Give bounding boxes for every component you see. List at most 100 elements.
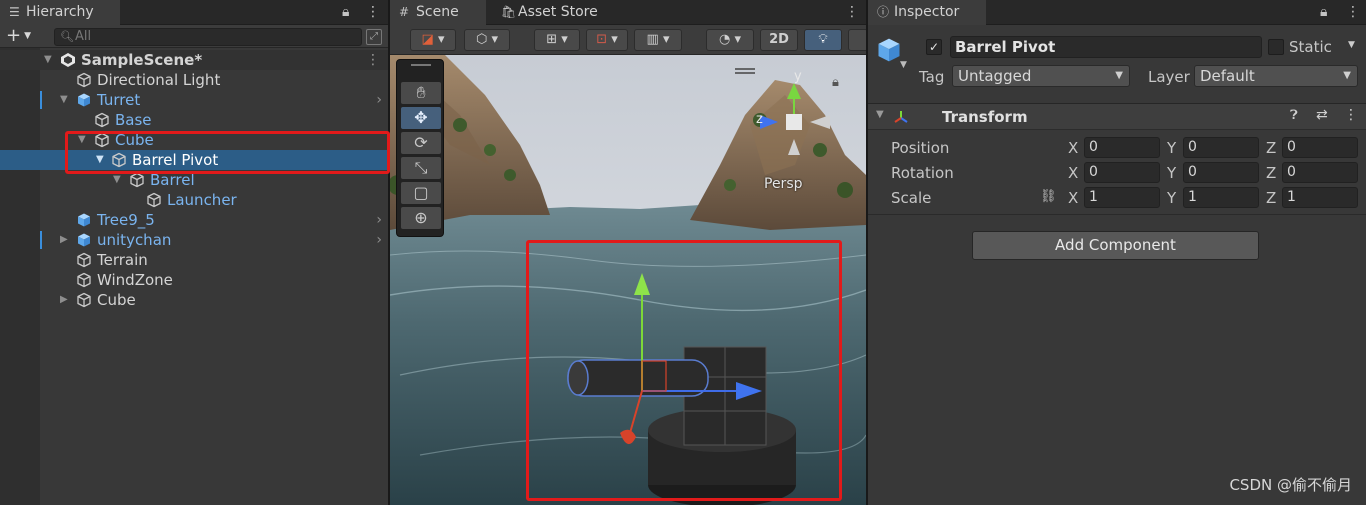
rotation-y-field[interactable]: 0 (1183, 162, 1259, 183)
expand-arrow-icon[interactable]: ▶ (60, 290, 68, 310)
more-menu-icon[interactable]: ⋮ (366, 0, 380, 25)
rect-tool-button[interactable]: ▢ (401, 182, 441, 204)
more-menu-icon[interactable]: ⋮ (845, 0, 859, 25)
expand-arrow-icon[interactable]: ▼ (44, 50, 52, 70)
expand-arrow-icon[interactable]: ▼ (78, 130, 86, 150)
hierarchy-item[interactable]: ▶ unitychan › (0, 230, 388, 250)
scale-x-field[interactable]: 1 (1084, 187, 1160, 208)
grid-visibility-dropdown[interactable]: ▥ ▾ (634, 29, 682, 51)
hierarchy-item[interactable]: Launcher (0, 190, 388, 210)
gameobject-icon (76, 72, 92, 88)
expand-arrow-icon[interactable]: ▶ (60, 230, 68, 250)
plus-icon: + (6, 25, 22, 46)
hierarchy-item-label: Tree9_5 (97, 211, 155, 229)
chevron-right-icon[interactable]: › (376, 210, 382, 230)
rotation-z-field[interactable]: 0 (1282, 162, 1358, 183)
position-y-field[interactable]: 0 (1183, 137, 1259, 158)
chevron-right-icon[interactable]: › (376, 230, 382, 250)
scene-name: SampleScene* (81, 51, 203, 69)
hierarchy-item[interactable]: ▼ Cube (0, 130, 388, 150)
chevron-down-icon: ▼ (1343, 70, 1351, 81)
create-button[interactable]: + ▼ (6, 25, 31, 47)
tag-dropdown[interactable]: Untagged ▼ (952, 65, 1130, 87)
gizmo-lock-icon[interactable]: 🔒︎ (832, 75, 839, 90)
position-z-field[interactable]: 0 (1282, 137, 1358, 158)
hierarchy-item-label: Barrel Pivot (132, 151, 219, 169)
snap-dropdown[interactable]: ⊞ ▾ (534, 29, 580, 51)
search-icon: 🔍︎ (60, 30, 74, 43)
hierarchy-item[interactable]: ▼ Turret › (0, 90, 388, 110)
layer-dropdown[interactable]: Default ▼ (1194, 65, 1358, 87)
hierarchy-item-label: Directional Light (97, 71, 221, 89)
expand-arrow-icon[interactable]: ▼ (96, 150, 104, 170)
icon-dropdown-arrow[interactable]: ▼ (900, 60, 907, 70)
increment-snap-dropdown[interactable]: ⊡ ▾ (586, 29, 628, 51)
scene-more-icon[interactable]: ⋮ (366, 50, 380, 70)
tab-scene-label: Scene (416, 4, 459, 20)
scale-y-field[interactable]: 1 (1183, 187, 1259, 208)
scale-tool-button[interactable]: ⤡ (401, 157, 441, 179)
component-menu-icon[interactable]: ⋮ (1344, 107, 1358, 123)
tab-hierarchy-label: Hierarchy (26, 4, 94, 20)
hierarchy-item[interactable]: ▼ Barrel (0, 170, 388, 190)
hierarchy-item[interactable]: Directional Light (0, 70, 388, 90)
static-dropdown-arrow[interactable]: ▼ (1348, 40, 1355, 50)
rotate-tool-button[interactable]: ⟳ (401, 132, 441, 154)
tab-hierarchy[interactable]: ☰ Hierarchy (0, 0, 120, 25)
gameobject-icon (111, 152, 127, 168)
layer-value: Default (1200, 67, 1255, 85)
hierarchy-item[interactable]: Base (0, 110, 388, 130)
help-icon[interactable]: ❓︎ (1290, 108, 1298, 123)
rotation-x-field[interactable]: 0 (1084, 162, 1160, 183)
expand-arrow-icon[interactable]: ▼ (113, 170, 121, 190)
position-z-label: Z (1266, 139, 1277, 157)
static-checkbox[interactable] (1268, 39, 1284, 55)
tab-scene[interactable]: # Scene (390, 0, 486, 25)
effects-dropdown[interactable]: ◔ ▾ (706, 29, 754, 51)
rotation-y-label: Y (1167, 164, 1177, 182)
hierarchy-search-input[interactable]: 🔍︎ All (54, 28, 362, 46)
scale-z-field[interactable]: 1 (1282, 187, 1358, 208)
prefab-icon (76, 232, 92, 248)
chevron-down-icon: ▼ (1115, 70, 1123, 81)
object-name-field[interactable]: Barrel Pivot (950, 36, 1262, 58)
more-menu-icon[interactable]: ⋮ (1346, 0, 1360, 25)
hierarchy-item[interactable]: Terrain (0, 250, 388, 270)
draw-mode-dropdown[interactable]: ◪ ▾ (410, 29, 456, 51)
toolstrip-handle[interactable] (411, 64, 431, 66)
hierarchy-item[interactable]: Tree9_5 › (0, 210, 388, 230)
move-tool-button[interactable]: ✥ (401, 107, 441, 129)
audio-toggle[interactable] (848, 29, 866, 51)
scene-row[interactable]: ▼ SampleScene* ⋮ (0, 50, 388, 70)
lighting-toggle[interactable]: 💡︎ (804, 29, 842, 51)
hand-tool-button[interactable]: ✋︎ (401, 82, 441, 104)
transform-tool-button[interactable]: ⊕ (401, 207, 441, 229)
lock-icon[interactable]: 🔒︎ (342, 0, 349, 25)
hierarchy-item[interactable]: ▶ Cube (0, 290, 388, 310)
grid-lines-icon: ▥ (646, 32, 659, 47)
constrain-proportions-link-icon[interactable]: ⛓︎ (1040, 189, 1057, 204)
gameobject-icon (76, 292, 92, 308)
hierarchy-item-label: Terrain (97, 251, 148, 269)
add-component-button[interactable]: Add Component (972, 231, 1259, 260)
expand-arrow-icon[interactable]: ▼ (876, 109, 884, 120)
tab-asset-store-label: Asset Store (518, 4, 598, 20)
projection-label[interactable]: Persp (764, 176, 803, 192)
transform-component-header[interactable]: ▼ Transform ❓︎ ⇄ ⋮ (868, 103, 1366, 130)
render-mode-dropdown[interactable]: ⬡ ▾ (464, 29, 510, 51)
unity-scene-icon (61, 53, 75, 67)
scene-viewport[interactable]: y z 🔒︎ Persp ✋︎ ✥ ⟳ ⤡ ▢ ⊕ (390, 55, 866, 505)
hierarchy-item-selected[interactable]: ▼ Barrel Pivot (0, 150, 388, 170)
hierarchy-item[interactable]: WindZone (0, 270, 388, 290)
rect-icon: ▢ (413, 183, 429, 202)
toggle-2d-button[interactable]: 2D (760, 29, 798, 51)
preset-icon[interactable]: ⇄ (1316, 107, 1328, 123)
lock-icon[interactable]: 🔒︎ (1320, 0, 1327, 25)
chevron-right-icon[interactable]: › (376, 90, 382, 110)
expand-arrow-icon[interactable]: ▼ (60, 90, 68, 110)
search-options-icon[interactable]: ⤢ (366, 29, 382, 45)
active-checkbox[interactable]: ✓ (926, 39, 942, 55)
position-x-field[interactable]: 0 (1084, 137, 1160, 158)
tab-asset-store[interactable]: 🛍︎ Asset Store (492, 0, 614, 25)
tab-inspector[interactable]: ⓘ Inspector (868, 0, 986, 25)
